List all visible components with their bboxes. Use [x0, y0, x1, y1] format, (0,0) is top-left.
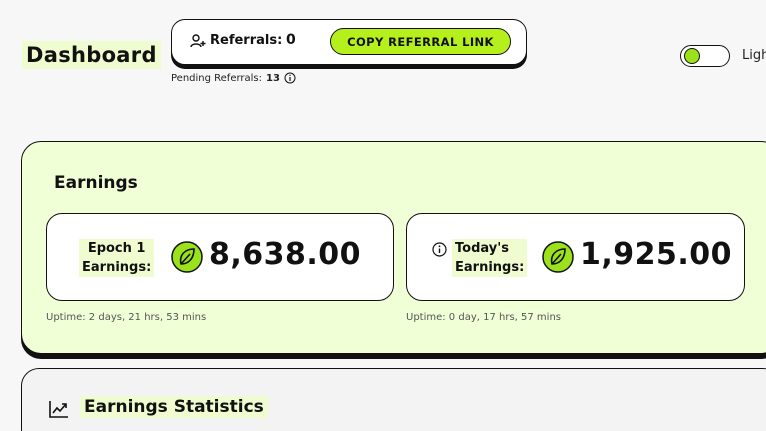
pending-referrals-label: Pending Referrals: [171, 72, 263, 84]
today-earnings-box: Today's Earnings: 1,925.00 [406, 213, 745, 301]
today-earnings-label: Today's Earnings: [452, 239, 528, 277]
info-icon[interactable] [432, 242, 447, 257]
epoch-earnings-amount: 8,638.00 [209, 237, 362, 272]
referral-panel: Referrals: 0 COPY REFERRAL LINK [171, 19, 527, 65]
user-plus-icon [190, 34, 206, 48]
referrals-count: 0 [286, 32, 296, 48]
pending-referrals-count: 13 [266, 72, 280, 84]
earnings-statistics-card: Earnings Statistics [21, 368, 766, 431]
earnings-card: Earnings Epoch 1 Earnings: 8,638.00 Upti… [21, 141, 766, 354]
trending-up-icon [49, 401, 68, 418]
copy-referral-link-button[interactable]: COPY REFERRAL LINK [330, 28, 511, 55]
epoch-label-line2: Earnings: [82, 260, 152, 275]
referrals-label: Referrals: [210, 33, 283, 48]
info-icon[interactable] [284, 72, 296, 84]
today-earnings-amount: 1,925.00 [580, 237, 733, 272]
today-uptime: Uptime: 0 day, 17 hrs, 57 mins [406, 312, 561, 323]
toggle-knob [684, 48, 700, 64]
leaf-token-icon [542, 241, 574, 273]
pending-referrals: Pending Referrals: 13 [171, 72, 296, 84]
earnings-title: Earnings [54, 173, 138, 193]
page-title: Dashboard [22, 41, 161, 69]
epoch-earnings-box: Epoch 1 Earnings: 8,638.00 [46, 213, 394, 301]
theme-toggle-label: Ligh [742, 48, 766, 63]
epoch-uptime: Uptime: 2 days, 21 hrs, 53 mins [46, 312, 207, 323]
theme-toggle[interactable] [680, 45, 730, 67]
today-label-line2: Earnings: [455, 260, 525, 275]
epoch-earnings-label: Epoch 1 Earnings: [79, 239, 155, 277]
leaf-token-icon [171, 241, 203, 273]
epoch-label-line1: Epoch 1 [87, 241, 146, 256]
earnings-statistics-title: Earnings Statistics [80, 396, 268, 418]
today-label-line1: Today's [455, 241, 509, 256]
